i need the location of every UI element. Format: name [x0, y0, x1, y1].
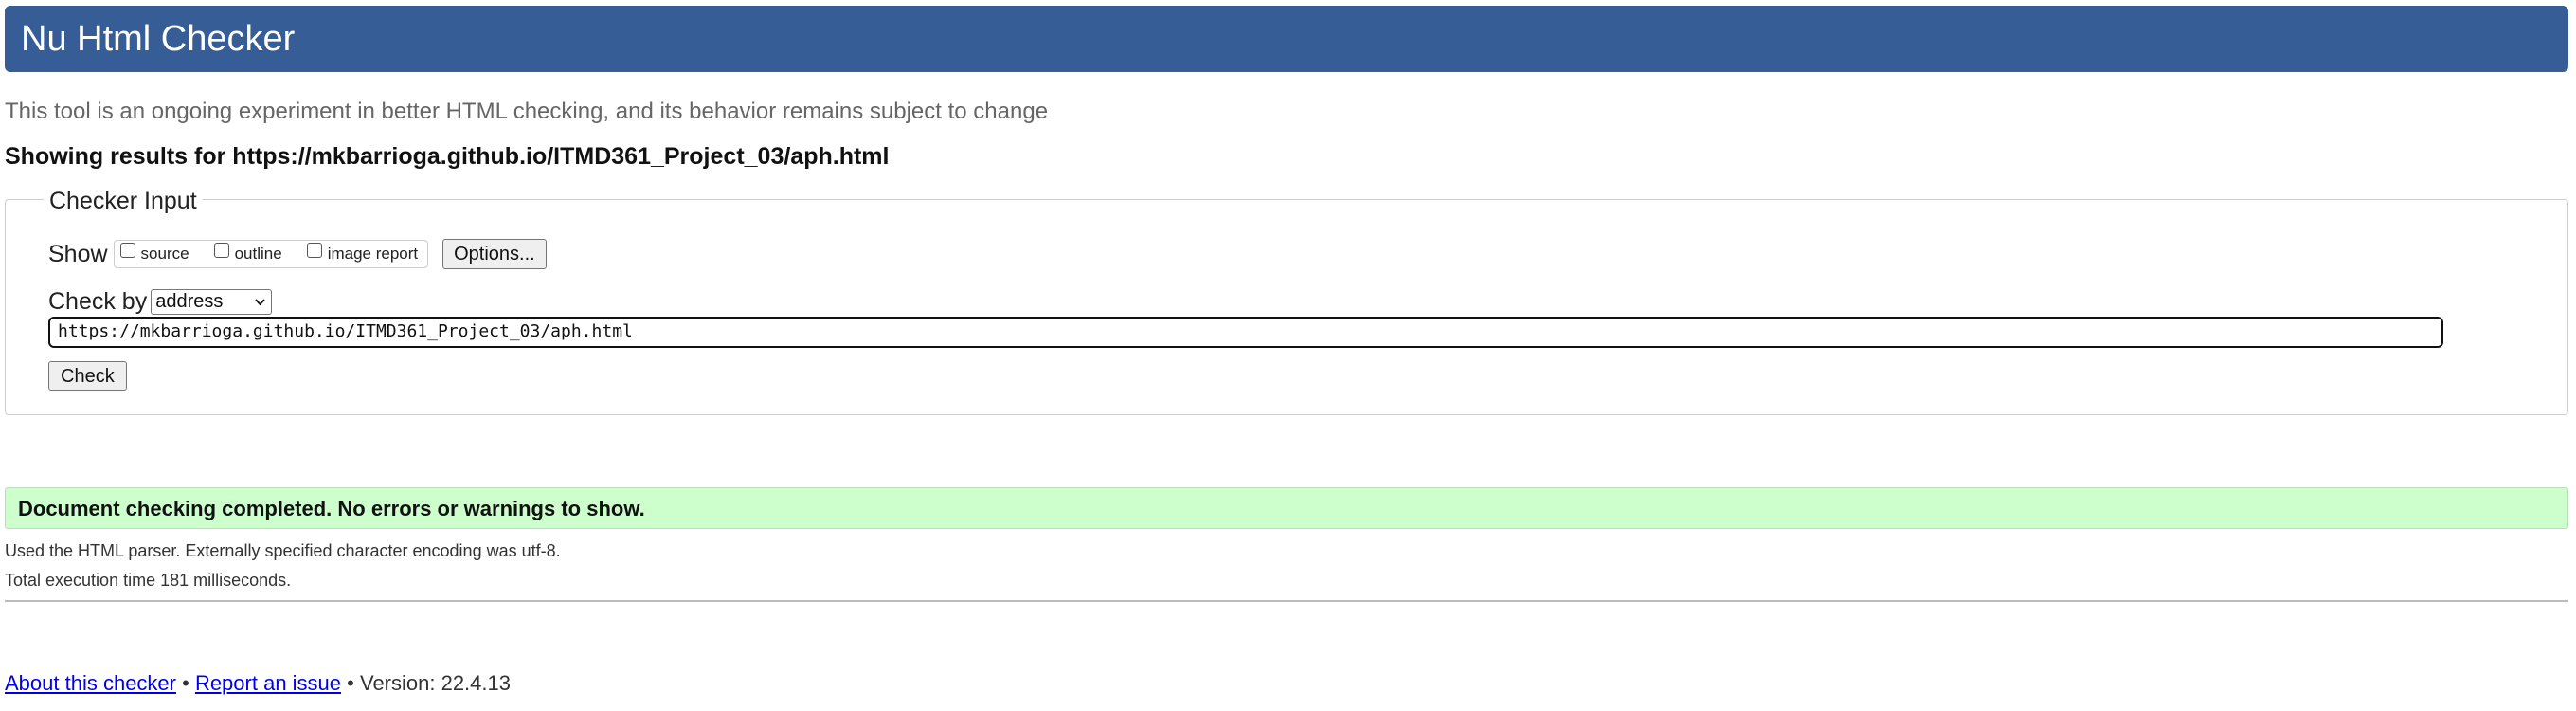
outline-checkbox[interactable] [213, 243, 229, 258]
page-title: Nu Html Checker [21, 19, 296, 59]
check-by-row: Check by address [48, 285, 273, 318]
footer: About this checker • Report an issue • V… [5, 671, 511, 696]
report-issue-link[interactable]: Report an issue [195, 671, 341, 695]
chevron-down-icon [255, 297, 265, 307]
check-by-selected-value: address [155, 290, 224, 312]
options-button[interactable]: Options... [442, 239, 547, 269]
checker-input-legend: Checker Input [44, 188, 203, 214]
source-label: source [140, 245, 189, 263]
parser-info: Used the HTML parser. Externally specifi… [5, 541, 561, 560]
success-message: Document checking completed. No errors o… [18, 497, 645, 520]
success-message-box: Document checking completed. No errors o… [5, 487, 2568, 529]
show-outline-option[interactable]: outline [213, 243, 282, 264]
results-heading: Showing results for https://mkbarrioga.g… [5, 143, 890, 170]
footer-separator: • [182, 671, 189, 695]
subtitle: This tool is an ongoing experiment in be… [5, 99, 1049, 124]
checker-input-fieldset: Checker Input Show source outline image … [5, 188, 2568, 415]
execution-time: Total execution time 181 milliseconds. [5, 571, 292, 590]
show-options-group: source outline image report [113, 240, 429, 268]
show-source-option[interactable]: source [119, 243, 189, 264]
outline-label: outline [234, 245, 282, 263]
check-button[interactable]: Check [48, 361, 127, 391]
about-checker-link[interactable]: About this checker [5, 671, 176, 695]
show-image-report-option[interactable]: image report [306, 243, 419, 264]
image-report-checkbox[interactable] [306, 243, 322, 258]
show-row: Show source outline image report Options… [48, 238, 547, 270]
source-checkbox[interactable] [119, 243, 135, 258]
check-by-select[interactable]: address [151, 288, 273, 315]
check-by-label: Check by [48, 287, 148, 315]
divider [5, 600, 2568, 602]
page: Nu Html Checker This tool is an ongoing … [0, 0, 2576, 711]
image-report-label: image report [327, 245, 419, 263]
show-label: Show [48, 240, 108, 267]
footer-separator-2: • [347, 671, 354, 695]
url-input[interactable]: https://mkbarrioga.github.io/ITMD361_Pro… [48, 317, 2443, 348]
header-bar: Nu Html Checker [5, 6, 2568, 72]
version-text: Version: 22.4.13 [359, 671, 511, 695]
